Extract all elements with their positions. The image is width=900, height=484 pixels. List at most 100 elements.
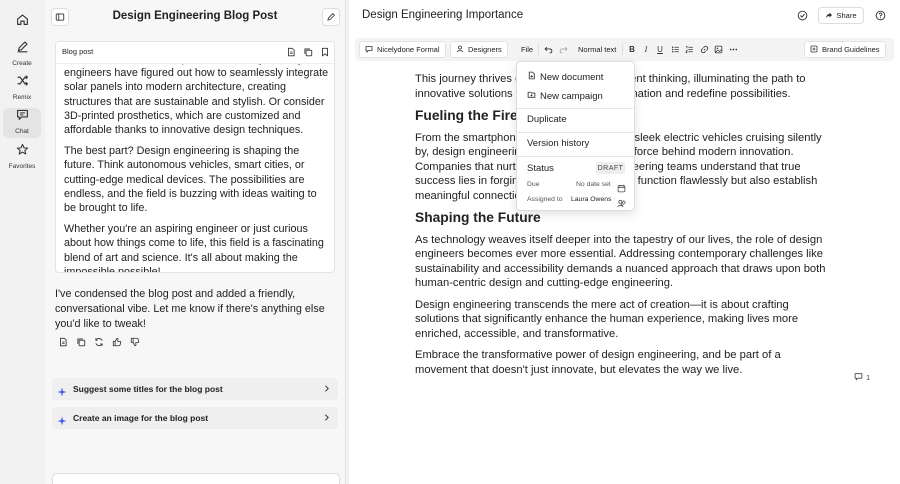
toggle-sidebar-icon[interactable] bbox=[51, 8, 69, 26]
rail-item-label: Create bbox=[12, 60, 32, 67]
designers-button[interactable]: Designers bbox=[450, 41, 508, 58]
suggestion-titles[interactable]: Suggest some titles for the blog post bbox=[52, 378, 338, 400]
designers-label: Designers bbox=[468, 45, 502, 54]
bullet-list-icon[interactable] bbox=[670, 44, 680, 54]
menu-item-duplicate[interactable]: Duplicate bbox=[527, 114, 567, 125]
help-icon[interactable] bbox=[874, 9, 887, 22]
link-icon[interactable] bbox=[699, 44, 709, 54]
image-icon[interactable] bbox=[713, 44, 723, 54]
redo-icon[interactable] bbox=[558, 44, 568, 54]
left-rail: Create Remix Chat Favorites bbox=[0, 0, 44, 484]
blog-post-body: Take, for instance, solar-powered buildi… bbox=[64, 52, 330, 273]
chevron-right-icon bbox=[322, 413, 332, 423]
rail-item-create[interactable]: Create bbox=[3, 40, 41, 70]
rail-item-label: Chat bbox=[15, 128, 29, 135]
rail-item-remix[interactable]: Remix bbox=[3, 74, 41, 104]
voice-label: Nicelydone Formal bbox=[377, 45, 440, 54]
share-button[interactable]: Share bbox=[818, 7, 864, 24]
post-paragraph: The best part? Design engineering is sha… bbox=[64, 145, 317, 215]
toolbar-divider bbox=[622, 44, 623, 55]
rail-item-favorites[interactable]: Favorites bbox=[3, 143, 41, 173]
thumbs-up-icon[interactable] bbox=[111, 336, 122, 347]
share-icon bbox=[825, 11, 833, 21]
doc-heading: Shaping the Future bbox=[415, 210, 541, 225]
chat-input[interactable] bbox=[52, 473, 340, 484]
menu-divider bbox=[517, 108, 636, 109]
voice-button[interactable]: Nicelydone Formal bbox=[359, 41, 446, 58]
blog-post-card: Blog post Take, for instance, solar-powe… bbox=[55, 41, 335, 273]
italic-icon[interactable]: I bbox=[641, 44, 651, 54]
file-menu-button[interactable]: File bbox=[521, 43, 533, 56]
brand-guidelines-button[interactable]: Brand Guidelines bbox=[804, 41, 886, 58]
menu-divider bbox=[517, 156, 636, 157]
user-icon bbox=[456, 45, 464, 55]
app-root: Create Remix Chat Favorites Design Engin… bbox=[0, 0, 900, 484]
bookmark-icon[interactable] bbox=[319, 46, 331, 58]
menu-item-label: Version history bbox=[527, 138, 590, 149]
comment-badge[interactable]: 1 bbox=[854, 372, 870, 383]
copy-icon[interactable] bbox=[75, 336, 86, 347]
document-icon[interactable] bbox=[57, 336, 68, 347]
chevron-right-icon bbox=[322, 384, 332, 394]
due-value[interactable]: No date set bbox=[576, 181, 611, 188]
edit-icon[interactable] bbox=[322, 8, 340, 26]
rail-item-chat[interactable]: Chat bbox=[3, 108, 41, 138]
document-title[interactable]: Design Engineering Importance bbox=[362, 9, 523, 21]
brand-label: Brand Guidelines bbox=[822, 45, 880, 54]
bold-icon[interactable]: B bbox=[627, 44, 637, 54]
suggestion-image[interactable]: Create an image for the blog post bbox=[52, 407, 338, 429]
copy-icon[interactable] bbox=[302, 46, 314, 58]
menu-item-new-document[interactable]: New document bbox=[527, 71, 603, 83]
menu-item-version-history[interactable]: Version history bbox=[527, 138, 589, 149]
pen-icon bbox=[16, 40, 29, 58]
message-actions bbox=[57, 336, 140, 347]
menu-divider bbox=[517, 132, 636, 133]
assistant-message: I've condensed the blog post and added a… bbox=[55, 288, 325, 330]
assign-user-icon[interactable] bbox=[617, 195, 626, 213]
rail-item-label: Remix bbox=[12, 94, 32, 101]
folder-icon bbox=[527, 90, 536, 102]
text-style-select[interactable]: Normal text bbox=[578, 43, 616, 56]
chat-header: Design Engineering Blog Post bbox=[45, 0, 346, 34]
status-badge[interactable]: DRAFT bbox=[596, 162, 625, 174]
brand-icon bbox=[810, 45, 818, 55]
rail-item-label: Favorites bbox=[8, 163, 36, 170]
thumbs-down-icon[interactable] bbox=[129, 336, 140, 347]
voice-icon bbox=[365, 45, 373, 55]
more-icon[interactable] bbox=[728, 44, 738, 54]
comment-count: 1 bbox=[866, 373, 871, 382]
status-label: Status bbox=[527, 163, 554, 174]
card-title: Blog post bbox=[62, 47, 94, 56]
card-header: Blog post bbox=[56, 42, 334, 64]
post-paragraph: Take, for instance, solar-powered buildi… bbox=[64, 53, 329, 137]
due-label: Due bbox=[527, 181, 540, 188]
shuffle-icon bbox=[16, 74, 29, 92]
regenerate-icon[interactable] bbox=[93, 336, 104, 347]
doc-paragraph: Design engineering transcends the mere a… bbox=[415, 298, 799, 340]
chat-icon bbox=[16, 108, 29, 126]
home-icon[interactable] bbox=[12, 9, 32, 29]
sparkle-icon bbox=[57, 384, 67, 397]
post-paragraph: Whether you're an aspiring engineer or j… bbox=[64, 223, 324, 273]
toolbar-divider bbox=[538, 44, 539, 55]
share-label: Share bbox=[836, 11, 857, 20]
suggestion-label: Create an image for the blog post bbox=[73, 413, 209, 423]
menu-item-label: New campaign bbox=[540, 90, 603, 102]
undo-icon[interactable] bbox=[543, 44, 553, 54]
check-circle-icon[interactable] bbox=[796, 9, 809, 22]
document-icon[interactable] bbox=[285, 46, 297, 58]
comment-icon bbox=[854, 372, 863, 383]
chat-panel: Design Engineering Blog Post Blog post T… bbox=[45, 0, 346, 484]
underline-icon[interactable]: U bbox=[655, 44, 665, 54]
numbered-list-icon[interactable] bbox=[684, 44, 694, 54]
menu-item-label: Duplicate bbox=[527, 114, 567, 125]
star-icon bbox=[16, 143, 29, 161]
editor-toolbar: Nicelydone Formal Designers File Normal … bbox=[355, 38, 894, 61]
menu-item-new-campaign[interactable]: New campaign bbox=[527, 90, 603, 102]
menu-item-label: New document bbox=[540, 71, 604, 83]
document-header: Design Engineering Importance Share bbox=[349, 0, 900, 32]
chat-title: Design Engineering Blog Post bbox=[112, 10, 278, 22]
sparkle-icon bbox=[57, 413, 67, 426]
assigned-value[interactable]: Laura Owens bbox=[571, 196, 611, 203]
assigned-label: Assigned to bbox=[527, 196, 563, 203]
